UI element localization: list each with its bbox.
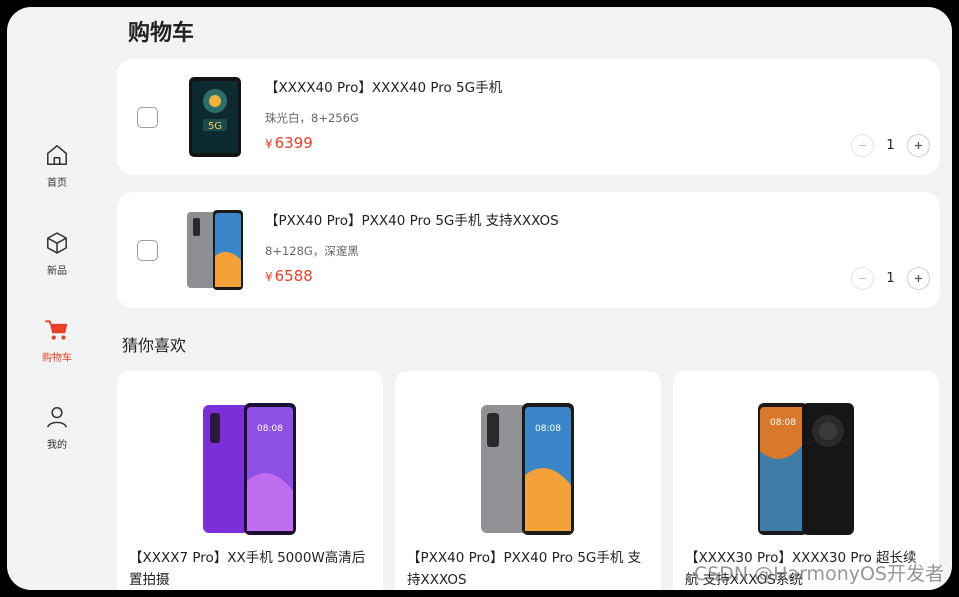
quantity-value: 1 bbox=[886, 271, 895, 286]
recommend-section-title: 猜你喜欢 bbox=[122, 336, 187, 355]
plus-icon bbox=[914, 141, 923, 150]
cart-item-price: ¥6399 bbox=[265, 134, 313, 152]
cart-item-checkbox[interactable] bbox=[137, 240, 158, 261]
quantity-stepper: 1 bbox=[851, 267, 930, 290]
nav-label-new: 新品 bbox=[47, 266, 67, 277]
price-value: 6588 bbox=[274, 267, 313, 285]
recommend-title: 【PXX40 Pro】PXX40 Pro 5G手机 支持XXXOS bbox=[407, 550, 642, 588]
minus-icon bbox=[858, 277, 867, 280]
plus-icon bbox=[914, 274, 923, 283]
cart-item-spec: 8+128G，深邃黑 bbox=[265, 244, 359, 258]
cart-item: 5G 【XXXX40 Pro】XXXX40 Pro 5G手机 珠光白，8+256… bbox=[117, 59, 940, 175]
currency-symbol: ¥ bbox=[265, 270, 273, 284]
nav-item-mine[interactable]: 我的 bbox=[27, 404, 87, 464]
cart-item-title: 【XXXX40 Pro】XXXX40 Pro 5G手机 bbox=[265, 80, 503, 96]
nav-label-mine: 我的 bbox=[47, 440, 67, 451]
svg-text:08:08: 08:08 bbox=[257, 424, 283, 434]
svg-text:08:08: 08:08 bbox=[535, 424, 561, 434]
decrease-button[interactable] bbox=[851, 134, 874, 157]
price-value: 6399 bbox=[274, 134, 313, 152]
cube-icon bbox=[47, 232, 67, 254]
quantity-stepper: 1 bbox=[851, 134, 930, 157]
nav-item-home[interactable]: 首页 bbox=[27, 142, 87, 202]
cart-icon bbox=[45, 320, 68, 340]
svg-text:08:08: 08:08 bbox=[770, 418, 796, 428]
user-icon bbox=[47, 407, 67, 428]
nav-item-new[interactable]: 新品 bbox=[27, 230, 87, 290]
nav-label-cart: 购物车 bbox=[42, 353, 72, 364]
app-screen: 首页 新品 购物车 我的 购物车 5G 【XXXX40 Pro】XXXX40 P… bbox=[7, 7, 952, 590]
recommend-card[interactable]: 08:08 【PXX40 Pro】PXX40 Pro 5G手机 支持XXXOS bbox=[395, 371, 661, 590]
cart-item-spec: 珠光白，8+256G bbox=[265, 111, 359, 125]
quantity-value: 1 bbox=[886, 138, 895, 153]
recommend-card[interactable]: 08:08 【XXXX30 Pro】XXXX30 Pro 超长续航 支持XXXO… bbox=[673, 371, 939, 590]
currency-symbol: ¥ bbox=[265, 137, 273, 151]
svg-text:5G: 5G bbox=[208, 121, 222, 132]
cart-item-title: 【PXX40 Pro】PXX40 Pro 5G手机 支持XXXOS bbox=[265, 213, 559, 229]
decrease-button[interactable] bbox=[851, 267, 874, 290]
phone-image: 08:08 bbox=[481, 403, 574, 535]
phone-image bbox=[187, 210, 243, 290]
home-icon bbox=[47, 145, 67, 165]
page-title: 购物车 bbox=[128, 21, 195, 46]
minus-icon bbox=[858, 144, 867, 147]
phone-image: 08:08 bbox=[758, 403, 854, 535]
cart-item-price: ¥6588 bbox=[265, 267, 313, 285]
increase-button[interactable] bbox=[907, 267, 930, 290]
cart-item-checkbox[interactable] bbox=[137, 107, 158, 128]
nav-item-cart[interactable]: 购物车 bbox=[27, 317, 87, 377]
phone-image: 5G bbox=[189, 77, 241, 157]
nav-label-home: 首页 bbox=[47, 178, 67, 189]
device-frame: 首页 新品 购物车 我的 购物车 5G 【XXXX40 Pro】XXXX40 P… bbox=[0, 0, 959, 597]
recommend-card[interactable]: 08:08 【XXXX7 Pro】XX手机 5000W高清后置拍摄 bbox=[117, 371, 383, 590]
phone-image: 08:08 bbox=[203, 403, 296, 535]
cart-item: 【PXX40 Pro】PXX40 Pro 5G手机 支持XXXOS 8+128G… bbox=[117, 192, 940, 308]
recommend-title: 【XXXX7 Pro】XX手机 5000W高清后置拍摄 bbox=[129, 550, 366, 588]
increase-button[interactable] bbox=[907, 134, 930, 157]
side-nav: 首页 新品 购物车 我的 bbox=[7, 7, 107, 590]
recommend-title: 【XXXX30 Pro】XXXX30 Pro 超长续航 支持XXXOS系统 bbox=[685, 550, 917, 588]
